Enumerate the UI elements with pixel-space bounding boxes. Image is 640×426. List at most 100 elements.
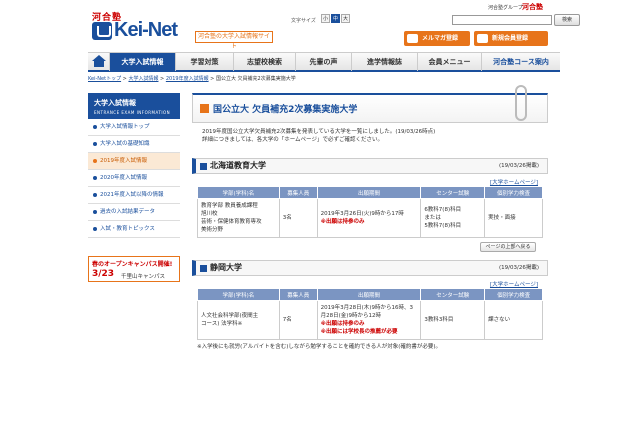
nav-item-school-search[interactable]: 志望校検索 <box>234 53 296 71</box>
open-campus-banner[interactable]: 春のオープンキャンパス開催! 3/23 千里山キャンパス <box>88 256 180 282</box>
university-date: (19/03/26掲載) <box>499 265 539 271</box>
nav-item-magazine[interactable]: 進学情報誌 <box>352 53 418 71</box>
sidebar: 大学入試情報 ENTRANCE EXAM INFORMATION 大学入試情報ト… <box>88 93 180 426</box>
banner-place: 千里山キャンパス <box>121 274 166 280</box>
sidebar-item-top[interactable]: 大学入試情報トップ <box>88 119 180 136</box>
dept-line: 芸術・保健体育教育専攻 <box>201 219 262 225</box>
center-cell: 6教科7(8)科目 または 5教科7(8)科目 <box>420 198 486 238</box>
sidebar-item-2019[interactable]: 2019年度入試情報 <box>88 153 180 170</box>
university-homepage-link[interactable]: [大学ホームページ] <box>192 280 548 288</box>
group-logo[interactable]: 河合塾 <box>522 2 543 12</box>
sidebar-item-topics[interactable]: 入試・教育トピックス <box>88 221 180 238</box>
period-note: ※出願は持参のみ <box>320 219 365 225</box>
sidebar-heading-en: ENTRANCE EXAM INFORMATION <box>94 110 171 115</box>
sidebar-item-2021[interactable]: 2021年度入試以降の情報 <box>88 187 180 204</box>
search-button[interactable]: 検索 <box>554 14 580 26</box>
col-header-dept: 学部(学科)名 <box>197 288 280 301</box>
back-to-top-button[interactable]: ページの上部へ戻る <box>480 242 536 252</box>
nav-item-study[interactable]: 学習対策 <box>176 53 234 71</box>
breadcrumb: Kei-Netトップ > 大学入試情報 > 2019年度入試情報 > 国公立大 … <box>88 76 296 82</box>
center-line: 5教科7(8)科目 <box>424 223 462 229</box>
home-icon[interactable] <box>88 53 110 71</box>
university-date: (19/03/26掲載) <box>499 163 539 169</box>
font-size-label: 文字サイズ <box>291 18 316 24</box>
col-header-center: センター試験 <box>420 288 486 301</box>
recruitment-table: 学部(学科)名 募集人員 出願期間 センター試験 個別学力検査 人文社会科学部(… <box>197 288 543 340</box>
period-cell: 2019年3月26日(火)9時から17時 ※出願は持参のみ <box>316 198 422 238</box>
table-row: 人文社会科学部(夜間主 コース) 法学科※ 7名 2019年3月28日(木)9時… <box>197 300 543 340</box>
period-cell: 2019年3月28日(木)9時から16時、3 月28日(金)9時から12時 ※出… <box>316 300 422 340</box>
main-content: 国公立大 欠員補充2次募集実施大学 2019年度国公立大学欠員補充2次募集を発表… <box>192 85 548 426</box>
university-name: 静岡大学 <box>210 263 242 272</box>
col-header-individual: 個別学力検査 <box>484 186 543 199</box>
col-header-dept: 学部(学科)名 <box>197 186 280 199</box>
logo-text: Kei-Net <box>114 19 178 41</box>
register-label: 新規会員登録 <box>492 35 529 42</box>
table-row: 教育学部 教員養成課程 旭川校 芸術・保健体育教育専攻 美術分野 3名 2019… <box>197 198 543 238</box>
dept-line: コース) 法学科※ <box>201 321 243 327</box>
nav-item-kawai-course[interactable]: 河合塾コース案内 <box>482 53 560 71</box>
col-header-period: 出願期間 <box>316 186 422 199</box>
dept-line: 旭川校 <box>201 211 218 217</box>
intro-line-1: 2019年度国公立大学欠員補充2次募集を発表している大学を一覧にしました。(19… <box>202 129 436 135</box>
intro-text: 2019年度国公立大学欠員補充2次募集を発表している大学を一覧にしました。(19… <box>192 128 548 144</box>
breadcrumb-top[interactable]: Kei-Netトップ <box>88 76 121 82</box>
period-note: ※出願は持参のみ <box>320 321 365 327</box>
recruitment-table: 学部(学科)名 募集人員 出願期間 センター試験 個別学力検査 教育学部 教員養… <box>197 186 543 238</box>
university-homepage-link[interactable]: [大学ホームページ] <box>192 178 548 186</box>
breadcrumb-exam-info[interactable]: 大学入試情報 <box>128 76 158 82</box>
university-heading: 北海道教育大学 (19/03/26掲載) <box>192 158 548 174</box>
period-line: 2019年3月28日(木)9時から16時、3 <box>320 305 413 311</box>
col-header-individual: 個別学力検査 <box>484 288 543 301</box>
font-size-medium-button[interactable]: 中 <box>331 14 340 23</box>
logo-mark-icon <box>92 22 112 40</box>
nav-item-member[interactable]: 会員メニュー <box>418 53 482 71</box>
mail-magazine-button[interactable]: メルマガ登録 <box>404 31 470 46</box>
sidebar-item-past-data[interactable]: 過去の入試結果データ <box>88 204 180 221</box>
font-size-large-button[interactable]: 大 <box>341 14 350 23</box>
banner-headline: 春のオープンキャンパス開催! <box>92 261 173 268</box>
dept-cell: 人文社会科学部(夜間主 コース) 法学科※ <box>197 300 280 340</box>
search-input[interactable] <box>452 15 552 25</box>
dept-line: 美術分野 <box>201 227 224 233</box>
period-line: 月28日(金)9時から12時 <box>320 313 381 319</box>
period-line: 2019年3月26日(火)9時から17時 <box>320 211 404 217</box>
col-header-period: 出願期間 <box>316 288 422 301</box>
university-heading: 静岡大学 (19/03/26掲載) <box>192 260 548 276</box>
col-header-capacity: 募集人員 <box>278 288 318 301</box>
center-line: または <box>424 215 441 221</box>
capacity-cell: 3名 <box>278 198 318 238</box>
sidebar-item-basics[interactable]: 大学入試の基礎知識 <box>88 136 180 153</box>
sidebar-heading-title: 大学入試情報 <box>94 99 136 107</box>
mail-icon <box>407 34 418 43</box>
sidebar-heading: 大学入試情報 ENTRANCE EXAM INFORMATION <box>88 93 180 119</box>
global-nav: 大学入試情報 学習対策 志望校検索 先輩の声 進学情報誌 会員メニュー 河合塾コ… <box>88 52 560 72</box>
font-size-small-button[interactable]: 小 <box>321 14 330 23</box>
nav-item-exam-info[interactable]: 大学入試情報 <box>110 53 176 71</box>
people-icon <box>477 34 488 43</box>
page-title: 国公立大 欠員補充2次募集実施大学 <box>213 105 358 115</box>
center-cell: 3教科3科目 <box>420 300 486 340</box>
site-header: 河合塾 Kei-Net 河合塾の大学入試情報サイト 文字サイズ 小 中 大 河合… <box>0 0 640 52</box>
page-title-box: 国公立大 欠員補充2次募集実施大学 <box>192 85 548 123</box>
register-button[interactable]: 新規会員登録 <box>474 31 548 46</box>
capacity-cell: 7名 <box>278 300 318 340</box>
individual-cell: 課さない <box>484 300 543 340</box>
center-line: 6教科7(8)科目 <box>424 207 462 213</box>
banner-date: 3/23 <box>92 269 115 279</box>
period-note: ※出願には学校長の推薦が必要 <box>320 329 398 335</box>
center-line: 3教科3科目 <box>424 317 454 323</box>
breadcrumb-current: 国公立大 欠員補充2次募集実施大学 <box>215 76 296 82</box>
dept-line: 教育学部 教員養成課程 <box>201 203 258 209</box>
sidebar-item-2020[interactable]: 2020年度入試情報 <box>88 170 180 187</box>
site-tagline: 河合塾の大学入試情報サイト <box>195 31 273 50</box>
nav-item-senpai[interactable]: 先輩の声 <box>296 53 352 71</box>
site-logo[interactable]: Kei-Net <box>92 19 192 42</box>
group-label: 河合塾グループ <box>488 5 523 11</box>
individual-cell: 実技・面接 <box>484 198 543 238</box>
intro-line-2: 詳細につきましては、各大学の「ホームページ」で必ずご確認ください。 <box>202 137 383 143</box>
breadcrumb-2019[interactable]: 2019年度入試情報 <box>166 76 209 82</box>
paperclip-icon <box>515 85 527 121</box>
footnote: ※入学後にも就労(アルバイトを含む)しながら勉学することを確約できる人が対象(確… <box>197 344 442 350</box>
dept-line: 人文社会科学部(夜間主 <box>201 313 259 319</box>
